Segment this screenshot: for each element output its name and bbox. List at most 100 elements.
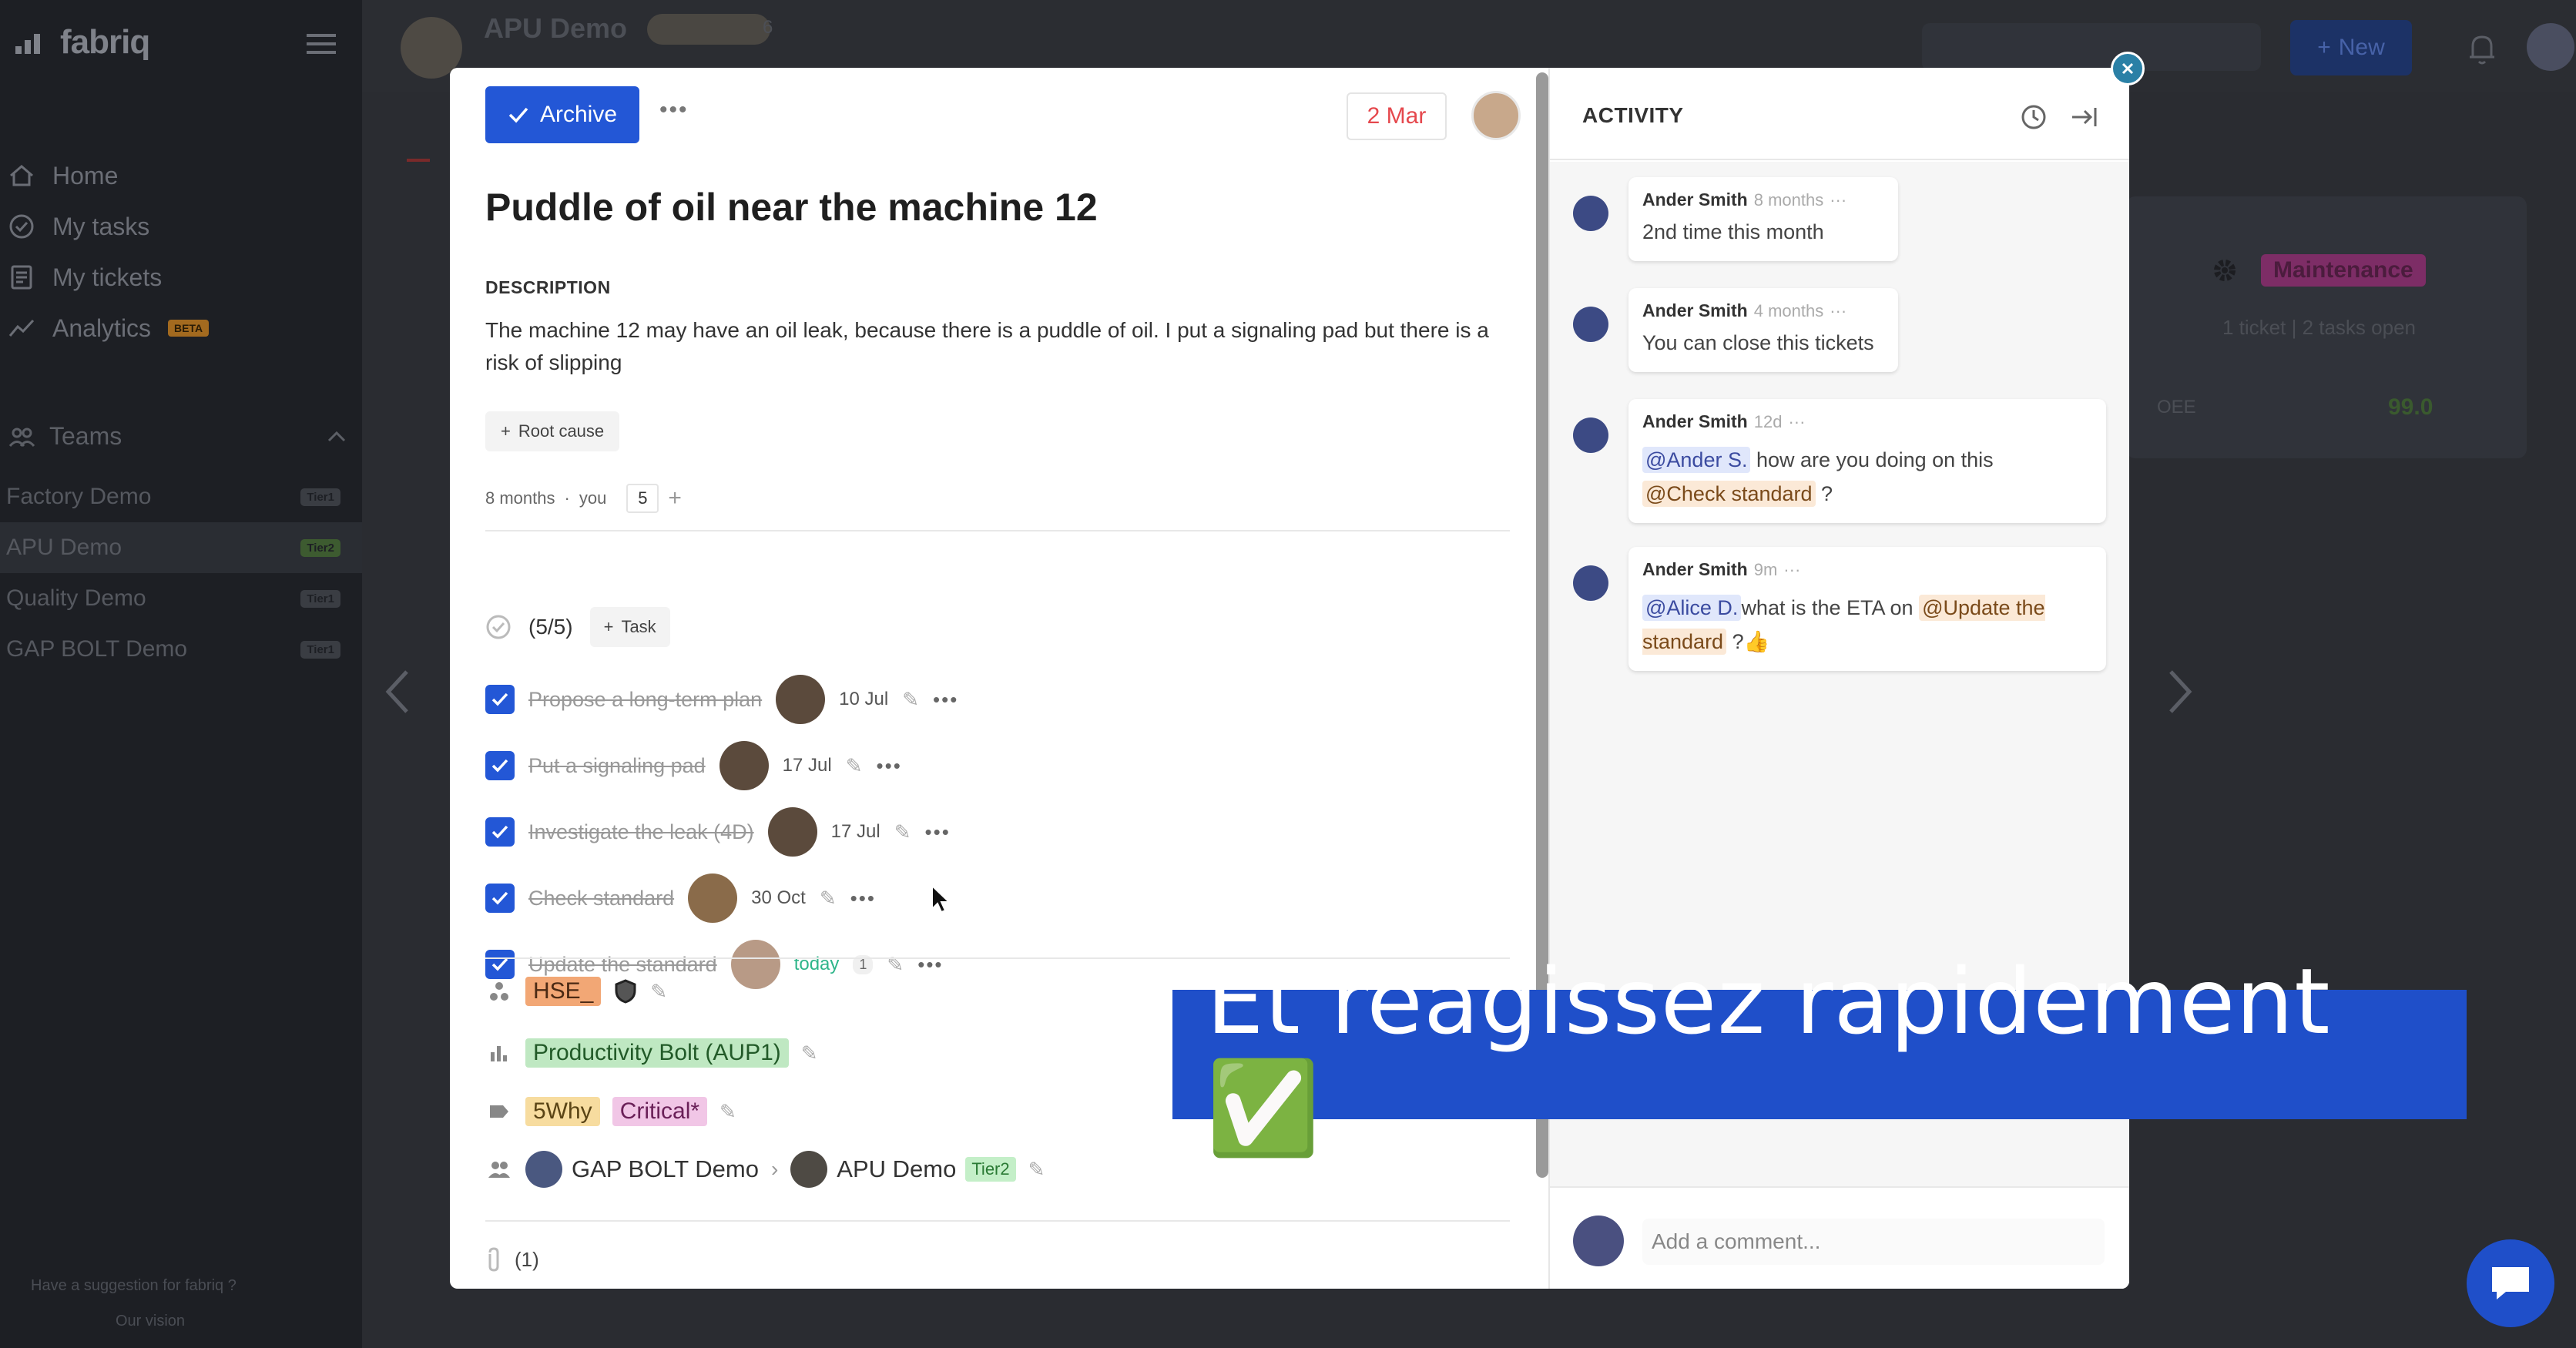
- assignee-avatar[interactable]: [1471, 91, 1521, 140]
- team-list: Factory Demo Tier1 APU Demo Tier2 Qualit…: [0, 471, 362, 675]
- comment-text: @Alice D. what is the ETA on @Update the …: [1642, 591, 2092, 659]
- user-mention[interactable]: @Ander S.: [1642, 447, 1751, 473]
- more-options-icon[interactable]: •••: [933, 688, 958, 712]
- sidebar-item-my-tickets[interactable]: My tickets: [8, 252, 347, 303]
- team-item-factory-demo[interactable]: Factory Demo Tier1: [0, 471, 362, 522]
- task-row[interactable]: Put a signaling pad 17 Jul ✎ •••: [485, 741, 902, 790]
- member-avatars[interactable]: [647, 14, 770, 45]
- task-mention[interactable]: @Check standard: [1642, 481, 1816, 507]
- task-date[interactable]: 17 Jul: [783, 755, 832, 776]
- collapse-panel-icon[interactable]: [2069, 102, 2100, 132]
- category-tag[interactable]: HSE_: [525, 977, 602, 1006]
- bell-icon[interactable]: [2467, 32, 2497, 66]
- hamburger-menu-icon[interactable]: [307, 32, 336, 55]
- comment-bubble[interactable]: Ander Smith 8 months ··· 2nd time this mon…: [1628, 177, 1898, 261]
- attachments[interactable]: (1): [485, 1246, 539, 1273]
- due-date-badge[interactable]: 2 Mar: [1347, 92, 1447, 140]
- ticket-description[interactable]: The machine 12 may have an oil leak, bec…: [485, 314, 1502, 379]
- more-options-icon[interactable]: ···: [1788, 412, 1805, 431]
- comment-bubble[interactable]: Ander Smith 4 months ··· You can close thi…: [1628, 288, 1898, 372]
- comment-text-part: how are you doing on this: [1750, 448, 1994, 471]
- task-name[interactable]: Investigate the leak (4D): [528, 820, 754, 844]
- sidebar-item-my-tasks[interactable]: My tasks: [8, 201, 347, 252]
- tab-active[interactable]: [407, 116, 430, 162]
- label-tag[interactable]: 5Why: [525, 1097, 600, 1126]
- task-name[interactable]: Check standard: [528, 887, 674, 910]
- teams-section-header[interactable]: Teams: [8, 422, 347, 451]
- pencil-icon[interactable]: ✎: [894, 820, 911, 844]
- pencil-icon[interactable]: ✎: [887, 953, 904, 977]
- task-date[interactable]: 30 Oct: [751, 887, 806, 909]
- more-options-icon[interactable]: •••: [850, 887, 876, 910]
- comment-bubble[interactable]: Ander Smith 9m ··· @Alice D. what is the ET…: [1628, 547, 2106, 671]
- sidebar-item-home[interactable]: Home: [8, 150, 347, 201]
- divider: [485, 530, 1510, 531]
- search-input[interactable]: [1922, 23, 2261, 71]
- comment-avatar: [1573, 417, 1608, 453]
- task-name[interactable]: Propose a long-term plan: [528, 688, 762, 712]
- suggestion-link[interactable]: Have a suggestion for fabriq ?: [31, 1277, 236, 1295]
- archive-button[interactable]: Archive: [485, 86, 639, 143]
- add-task-button[interactable]: + Task: [589, 607, 670, 647]
- more-options-icon[interactable]: ···: [1830, 190, 1846, 210]
- user-avatar[interactable]: [2527, 23, 2574, 71]
- chevron-left-icon[interactable]: [384, 669, 411, 715]
- ticket-title[interactable]: Puddle of oil near the machine 12: [485, 185, 1098, 230]
- fabriq-logo[interactable]: fabriq: [14, 23, 150, 62]
- comment-input[interactable]: Add a comment...: [1642, 1219, 2105, 1265]
- comment-author: Ander Smith: [1642, 300, 1748, 320]
- chevron-up-icon[interactable]: [327, 431, 347, 443]
- team-item-apu-demo[interactable]: APU Demo Tier2: [0, 522, 362, 573]
- add-count-icon[interactable]: +: [668, 485, 682, 511]
- task-date[interactable]: 10 Jul: [839, 689, 888, 710]
- more-options-icon[interactable]: ···: [1783, 560, 1800, 579]
- pencil-icon[interactable]: ✎: [820, 887, 837, 910]
- task-date[interactable]: 17 Jul: [831, 821, 880, 843]
- task-row[interactable]: Propose a long-term plan 10 Jul ✎ •••: [485, 675, 958, 724]
- history-icon[interactable]: [2018, 102, 2049, 132]
- indicator-tag[interactable]: Productivity Bolt (AUP1): [525, 1038, 789, 1068]
- mouse-cursor-icon: [931, 884, 951, 914]
- user-mention[interactable]: @Alice D.: [1642, 595, 1742, 621]
- sidebar-item-analytics[interactable]: Analytics BETA: [8, 303, 347, 354]
- new-button[interactable]: + New: [2290, 20, 2412, 75]
- task-avatar[interactable]: [767, 807, 817, 857]
- task-row[interactable]: Investigate the leak (4D) 17 Jul ✎ •••: [485, 807, 951, 857]
- team-name: Quality Demo: [6, 585, 146, 611]
- task-checkbox[interactable]: [485, 751, 515, 780]
- task-avatar[interactable]: [719, 741, 769, 790]
- pencil-icon[interactable]: ✎: [719, 1100, 736, 1124]
- pencil-icon[interactable]: ✎: [1028, 1158, 1045, 1182]
- pencil-icon[interactable]: ✎: [650, 980, 667, 1004]
- task-checkbox[interactable]: [485, 884, 515, 913]
- task-checkbox[interactable]: [485, 685, 515, 714]
- task-name[interactable]: Put a signaling pad: [528, 754, 706, 778]
- more-options-icon[interactable]: •••: [925, 820, 951, 844]
- vision-link[interactable]: Our vision: [116, 1313, 185, 1330]
- more-options-icon[interactable]: •••: [917, 953, 943, 977]
- task-avatar[interactable]: [776, 675, 826, 724]
- team-item-quality-demo[interactable]: Quality Demo Tier1: [0, 573, 362, 624]
- label-tag[interactable]: Critical*: [612, 1097, 708, 1126]
- team-item-gap-bolt-demo[interactable]: GAP BOLT Demo Tier1: [0, 624, 362, 675]
- more-options-icon[interactable]: •••: [877, 754, 902, 778]
- pencil-icon[interactable]: ✎: [801, 1041, 818, 1065]
- task-checkbox[interactable]: [485, 817, 515, 847]
- task-row[interactable]: Check standard 30 Oct ✎ •••: [485, 874, 876, 923]
- more-options-icon[interactable]: ···: [1830, 301, 1846, 320]
- close-modal-button[interactable]: [2111, 52, 2145, 86]
- pencil-icon[interactable]: ✎: [846, 754, 863, 778]
- task-avatar[interactable]: [688, 874, 738, 923]
- team-chip-apu-demo[interactable]: APU Demo Tier2: [790, 1151, 1016, 1188]
- chevron-right-icon[interactable]: [2166, 669, 2194, 715]
- chat-button[interactable]: [2467, 1239, 2554, 1327]
- more-options-icon[interactable]: •••: [659, 97, 689, 123]
- root-cause-button[interactable]: + Root cause: [485, 411, 620, 451]
- pencil-icon[interactable]: ✎: [902, 688, 919, 712]
- task-avatar[interactable]: [730, 940, 780, 989]
- task-checkbox[interactable]: [485, 950, 515, 979]
- comment-bubble[interactable]: Ander Smith 12d ··· @Ander S. how are you …: [1628, 399, 2106, 523]
- meta-author: you: [579, 488, 607, 508]
- task-name[interactable]: Update the standard: [528, 953, 717, 977]
- team-chip-gap-bolt[interactable]: GAP BOLT Demo: [525, 1151, 759, 1188]
